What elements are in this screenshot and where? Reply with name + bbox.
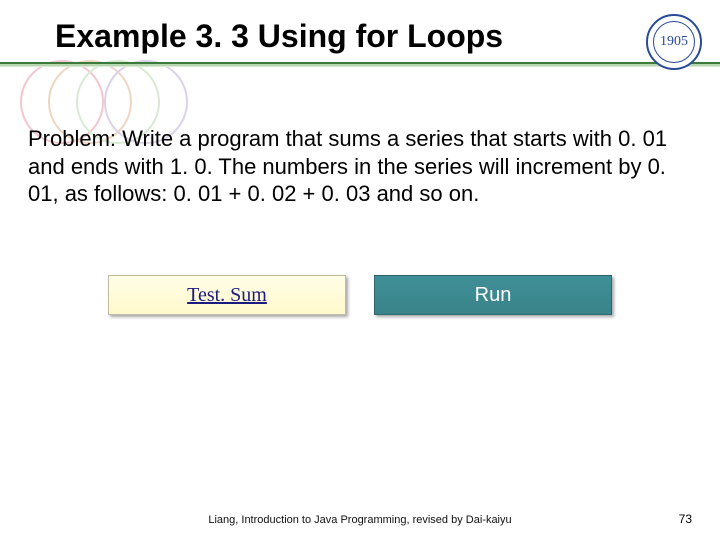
page-number: 73 xyxy=(679,512,692,526)
run-button[interactable]: Run xyxy=(374,275,612,315)
footer-citation: Liang, Introduction to Java Programming,… xyxy=(0,514,720,526)
slide-title: Example 3. 3 Using for Loops xyxy=(55,18,503,55)
problem-statement: Problem: Write a program that sums a ser… xyxy=(28,125,680,208)
university-seal-icon: 1905 xyxy=(646,14,702,70)
slide: Example 3. 3 Using for Loops 1905 Proble… xyxy=(0,0,720,540)
run-button-label: Run xyxy=(475,284,512,307)
testsum-link-label: Test. Sum xyxy=(187,284,267,307)
testsum-link[interactable]: Test. Sum xyxy=(108,275,346,315)
title-underline xyxy=(0,62,720,66)
button-row: Test. Sum Run xyxy=(0,275,720,315)
